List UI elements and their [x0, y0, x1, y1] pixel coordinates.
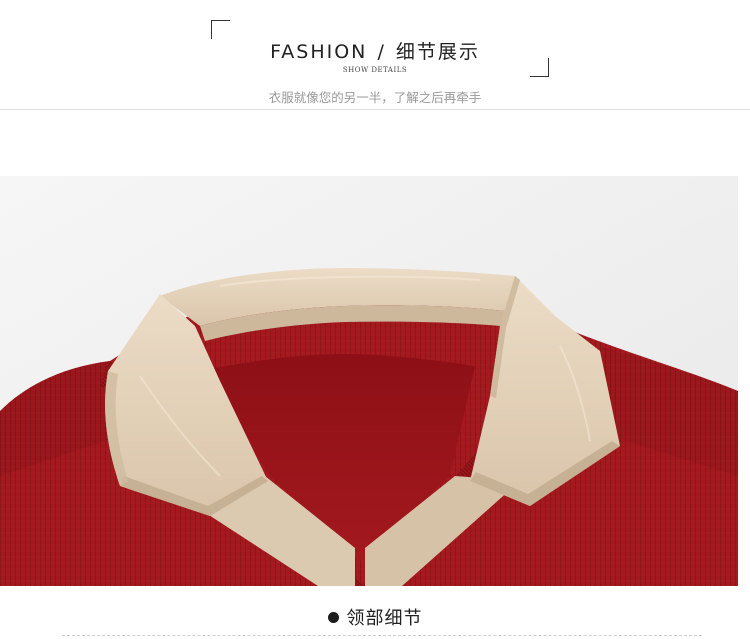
bullet-dot-icon [327, 611, 339, 623]
detail-caption: 领部细节 [0, 604, 750, 630]
title-english: FASHION [270, 41, 368, 63]
title-separator: / [377, 41, 386, 63]
caption-divider [62, 635, 702, 636]
section-title: FASHION / 细节展示 [0, 37, 750, 64]
header-divider [0, 109, 750, 110]
section-subtitle: SHOW DETAILS [342, 66, 408, 74]
title-chinese: 细节展示 [395, 41, 480, 63]
section-header: FASHION / 细节展示 SHOW DETAILS 衣服就像您的另一半，了解… [0, 0, 750, 112]
sweater-collar-photo [0, 176, 738, 586]
section-tagline: 衣服就像您的另一半，了解之后再牵手 [268, 90, 482, 105]
caption-label: 领部细节 [346, 608, 423, 629]
